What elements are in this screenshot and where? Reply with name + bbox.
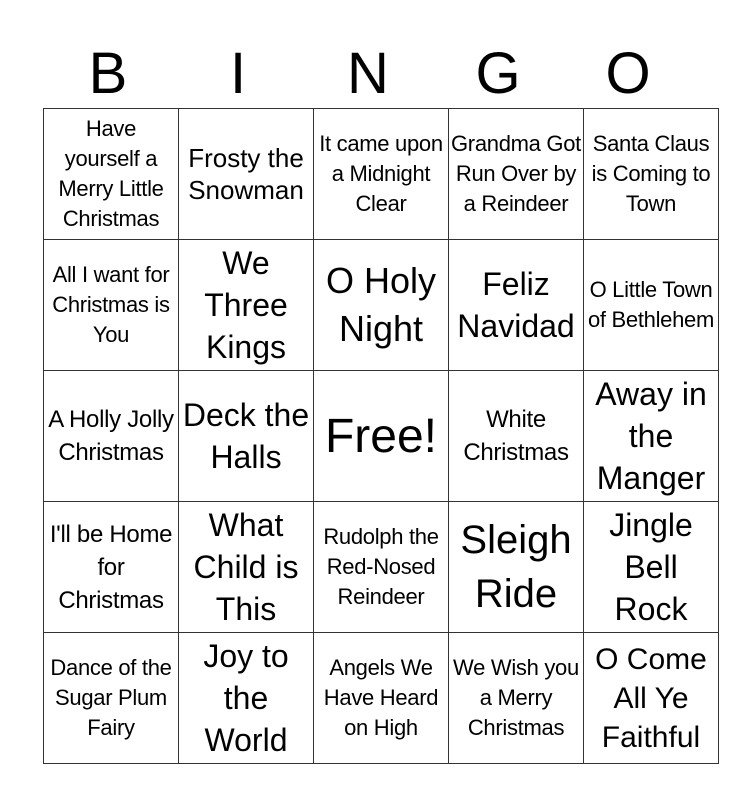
bingo-cell[interactable]: Rudolph the Red-Nosed Reindeer — [313, 501, 449, 633]
grid-row: I'll be Home for Christmas What Child is… — [43, 501, 719, 633]
bingo-cell[interactable]: Dance of the Sugar Plum Fairy — [43, 632, 179, 764]
bingo-header: B I N G O — [43, 40, 693, 108]
bingo-cell[interactable]: We Three Kings — [178, 239, 314, 371]
bingo-cell[interactable]: O Come All Ye Faithful — [583, 632, 719, 764]
header-letter-o: O — [605, 41, 651, 106]
bingo-cell[interactable]: O Holy Night — [313, 239, 449, 371]
header-letter-i: I — [229, 41, 247, 106]
grid-row: Have yourself a Merry Little Christmas F… — [43, 108, 719, 240]
bingo-cell[interactable]: I'll be Home for Christmas — [43, 501, 179, 633]
bingo-cell[interactable]: We Wish you a Merry Christmas — [448, 632, 584, 764]
grid-row: All I want for Christmas is You We Three… — [43, 239, 719, 371]
bingo-cell[interactable]: Deck the Halls — [178, 370, 314, 502]
bingo-cell[interactable]: Have yourself a Merry Little Christmas — [43, 108, 179, 240]
bingo-cell[interactable]: All I want for Christmas is You — [43, 239, 179, 371]
bingo-cell[interactable]: What Child is This — [178, 501, 314, 633]
bingo-cell[interactable]: Grandma Got Run Over by a Reindeer — [448, 108, 584, 240]
bingo-cell[interactable]: Angels We Have Heard on High — [313, 632, 449, 764]
free-space-cell[interactable]: Free! — [313, 370, 449, 502]
bingo-cell[interactable]: Away in the Manger — [583, 370, 719, 502]
header-letter-g: G — [475, 41, 521, 106]
bingo-cell[interactable]: Jingle Bell Rock — [583, 501, 719, 633]
bingo-cell[interactable]: O Little Town of Bethlehem — [583, 239, 719, 371]
bingo-cell[interactable]: White Christmas — [448, 370, 584, 502]
header-letter-b: B — [88, 41, 128, 106]
bingo-cell[interactable]: Joy to the World — [178, 632, 314, 764]
grid-row: Dance of the Sugar Plum Fairy Joy to the… — [43, 632, 719, 764]
bingo-cell[interactable]: Frosty the Snowman — [178, 108, 314, 240]
grid-row: A Holly Jolly Christmas Deck the Halls F… — [43, 370, 719, 502]
bingo-cell[interactable]: A Holly Jolly Christmas — [43, 370, 179, 502]
header-letter-n: N — [347, 41, 389, 106]
bingo-cell[interactable]: Santa Claus is Coming to Town — [583, 108, 719, 240]
bingo-cell[interactable]: It came upon a Midnight Clear — [313, 108, 449, 240]
bingo-cell[interactable]: Feliz Navidad — [448, 239, 584, 371]
bingo-cell[interactable]: Sleigh Ride — [448, 501, 584, 633]
bingo-grid: Have yourself a Merry Little Christmas F… — [43, 108, 719, 764]
